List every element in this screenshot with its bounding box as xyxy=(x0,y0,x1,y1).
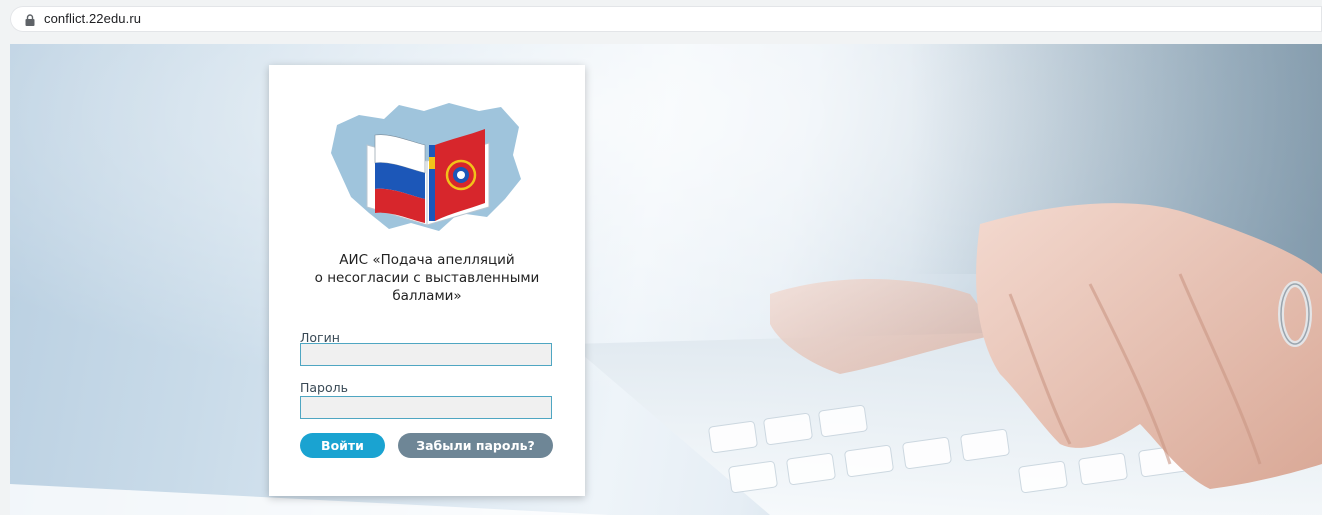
title-line: баллами» xyxy=(392,288,462,304)
password-label: Пароль xyxy=(300,380,348,395)
browser-address-bar: conflict.22edu.ru xyxy=(0,0,1322,44)
forgot-password-button[interactable]: Забыли пароль? xyxy=(398,433,553,458)
login-button[interactable]: Войти xyxy=(300,433,385,458)
region-emblem-logo xyxy=(331,103,521,231)
url-text[interactable]: conflict.22edu.ru xyxy=(44,11,141,26)
background-photo xyxy=(10,44,1322,515)
password-input[interactable] xyxy=(300,396,552,419)
url-field[interactable] xyxy=(10,6,1322,32)
system-title: АИС «Подача апелляций о несогласии с выс… xyxy=(269,251,585,305)
title-line: о несогласии с выставленными xyxy=(314,270,540,286)
login-card: АИС «Подача апелляций о несогласии с выс… xyxy=(269,65,585,496)
lock-icon xyxy=(25,14,35,26)
page-viewport: АИС «Подача апелляций о несогласии с выс… xyxy=(10,44,1322,515)
title-line: АИС «Подача апелляций xyxy=(339,252,515,268)
login-input[interactable] xyxy=(300,343,552,366)
